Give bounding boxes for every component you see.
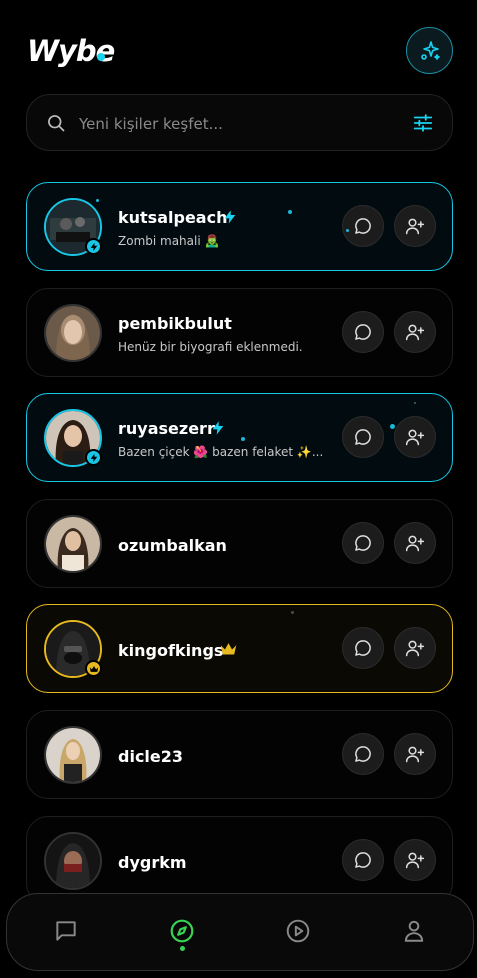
- search-icon: [48, 115, 65, 132]
- verified-badge: [85, 238, 102, 255]
- play-circle-icon: [286, 919, 310, 943]
- nav-profile[interactable]: [399, 916, 429, 946]
- add-friend-button[interactable]: [394, 627, 436, 669]
- user-card-dicle23[interactable]: dicle23: [26, 710, 453, 799]
- message-button[interactable]: [342, 627, 384, 669]
- logo-dot: [97, 53, 105, 61]
- compass-icon: [170, 919, 194, 943]
- nav-videos[interactable]: [283, 916, 313, 946]
- lightning-icon: [224, 210, 236, 224]
- avatar[interactable]: [44, 832, 102, 890]
- chat-bubble-icon: [355, 746, 371, 762]
- add-friend-button[interactable]: [394, 733, 436, 775]
- user-card-dygrkm[interactable]: dygrkm: [26, 816, 453, 905]
- add-friend-button[interactable]: [394, 522, 436, 564]
- user-bio: Henüz bir biyografi eklenmedi.: [118, 340, 303, 354]
- add-user-icon: [405, 429, 425, 446]
- app-logo: Wybe: [27, 34, 115, 68]
- avatar[interactable]: [44, 726, 102, 784]
- username[interactable]: ozumbalkan: [118, 536, 227, 555]
- search-input[interactable]: [79, 95, 399, 152]
- chat-bubble-icon: [355, 535, 371, 551]
- add-user-icon: [405, 640, 425, 657]
- crown-icon: [220, 643, 237, 655]
- particle: [414, 402, 416, 404]
- user-card-kingofkings[interactable]: kingofkings: [26, 604, 453, 693]
- message-button[interactable]: [342, 733, 384, 775]
- particle: [288, 210, 292, 214]
- user-card-ozumbalkan[interactable]: ozumbalkan: [26, 499, 453, 588]
- chat-bubble-icon: [355, 852, 371, 868]
- nav-active-indicator: [180, 946, 185, 951]
- avatar[interactable]: [44, 304, 102, 362]
- username[interactable]: kingofkings: [118, 641, 223, 660]
- crown-icon: [89, 665, 98, 672]
- add-friend-button[interactable]: [394, 416, 436, 458]
- lightning-icon: [90, 453, 97, 462]
- user-card-pembikbulut[interactable]: pembikbulut Henüz bir biyografi eklenmed…: [26, 288, 453, 377]
- particle: [346, 229, 349, 232]
- sparkle-icon: [420, 40, 440, 60]
- add-friend-button[interactable]: [394, 839, 436, 881]
- crown-badge: [85, 660, 102, 677]
- lightning-icon: [90, 242, 97, 251]
- nav-messages[interactable]: [51, 916, 81, 946]
- message-button[interactable]: [342, 416, 384, 458]
- particle: [291, 611, 294, 614]
- chat-icon: [56, 921, 76, 941]
- chat-bubble-icon: [355, 218, 371, 234]
- avatar[interactable]: [44, 515, 102, 573]
- username[interactable]: dicle23: [118, 747, 183, 766]
- particle: [241, 437, 245, 441]
- add-friend-button[interactable]: [394, 205, 436, 247]
- chat-bubble-icon: [355, 324, 371, 340]
- sparkle-button[interactable]: [406, 27, 453, 74]
- search-bar[interactable]: [26, 94, 453, 152]
- add-user-icon: [405, 324, 425, 341]
- app-header: Wybe: [0, 0, 477, 90]
- username[interactable]: ruyasezerr: [118, 419, 215, 438]
- username[interactable]: dygrkm: [118, 853, 187, 872]
- username[interactable]: pembikbulut: [118, 314, 232, 333]
- user-card-kutsalpeach[interactable]: kutsalpeach Zombi mahali 🧟‍♂️: [26, 182, 453, 271]
- add-user-icon: [405, 746, 425, 763]
- user-bio: Zombi mahali 🧟‍♂️: [118, 234, 220, 248]
- username[interactable]: kutsalpeach: [118, 208, 227, 227]
- nav-discover[interactable]: [167, 916, 197, 946]
- bottom-nav: [6, 893, 474, 971]
- particle: [96, 199, 99, 202]
- user-bio: Bazen çiçek 🌺 bazen felaket ✨...: [118, 445, 324, 459]
- add-friend-button[interactable]: [394, 311, 436, 353]
- add-user-icon: [405, 852, 425, 869]
- verified-badge: [85, 449, 102, 466]
- lightning-icon: [212, 421, 224, 435]
- chat-bubble-icon: [355, 640, 371, 656]
- user-card-ruyasezerr[interactable]: ruyasezerr Bazen çiçek 🌺 bazen felaket ✨…: [26, 393, 453, 482]
- message-button[interactable]: [342, 522, 384, 564]
- particle: [390, 424, 395, 429]
- chat-bubble-icon: [355, 429, 371, 445]
- message-button[interactable]: [342, 205, 384, 247]
- person-icon: [404, 920, 424, 942]
- message-button[interactable]: [342, 839, 384, 881]
- add-user-icon: [405, 218, 425, 235]
- add-user-icon: [405, 535, 425, 552]
- message-button[interactable]: [342, 311, 384, 353]
- filter-icon[interactable]: [412, 112, 434, 134]
